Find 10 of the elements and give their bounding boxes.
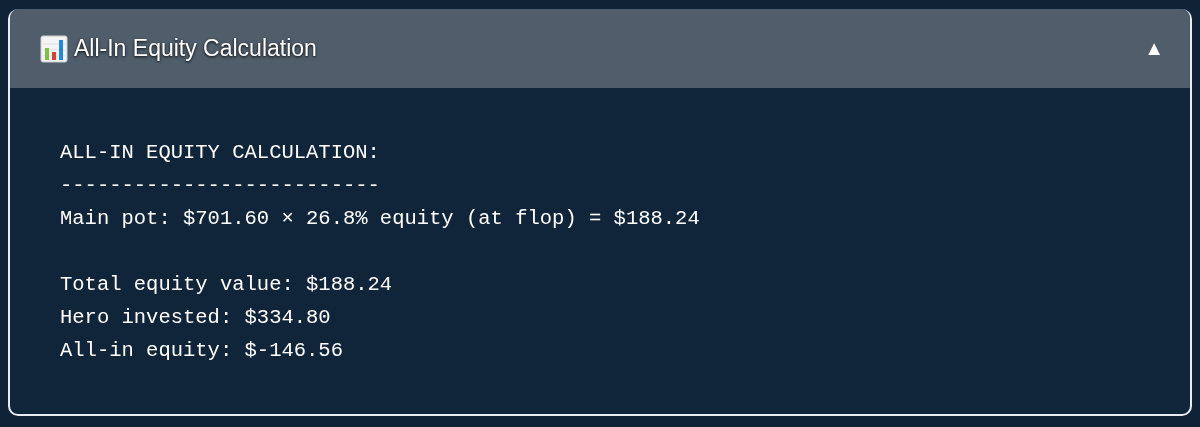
panel-header[interactable]: All-In Equity Calculation ▲	[10, 9, 1190, 88]
panel-title: All-In Equity Calculation	[74, 35, 318, 62]
bar-chart-icon	[40, 34, 68, 63]
output-line: Hero invested: $334.80	[60, 305, 332, 331]
output-line: ALL-IN EQUITY CALCULATION:	[60, 140, 381, 166]
collapse-toggle[interactable]: ▲	[1144, 37, 1164, 60]
output-line: Total equity value: $188.24	[60, 272, 394, 298]
output-line: --------------------------	[60, 173, 381, 199]
output-line: Main pot: $701.60 × 26.8% equity (at flop) = $188.24	[60, 206, 701, 232]
output-line: All-in equity: $-146.56	[60, 338, 344, 364]
